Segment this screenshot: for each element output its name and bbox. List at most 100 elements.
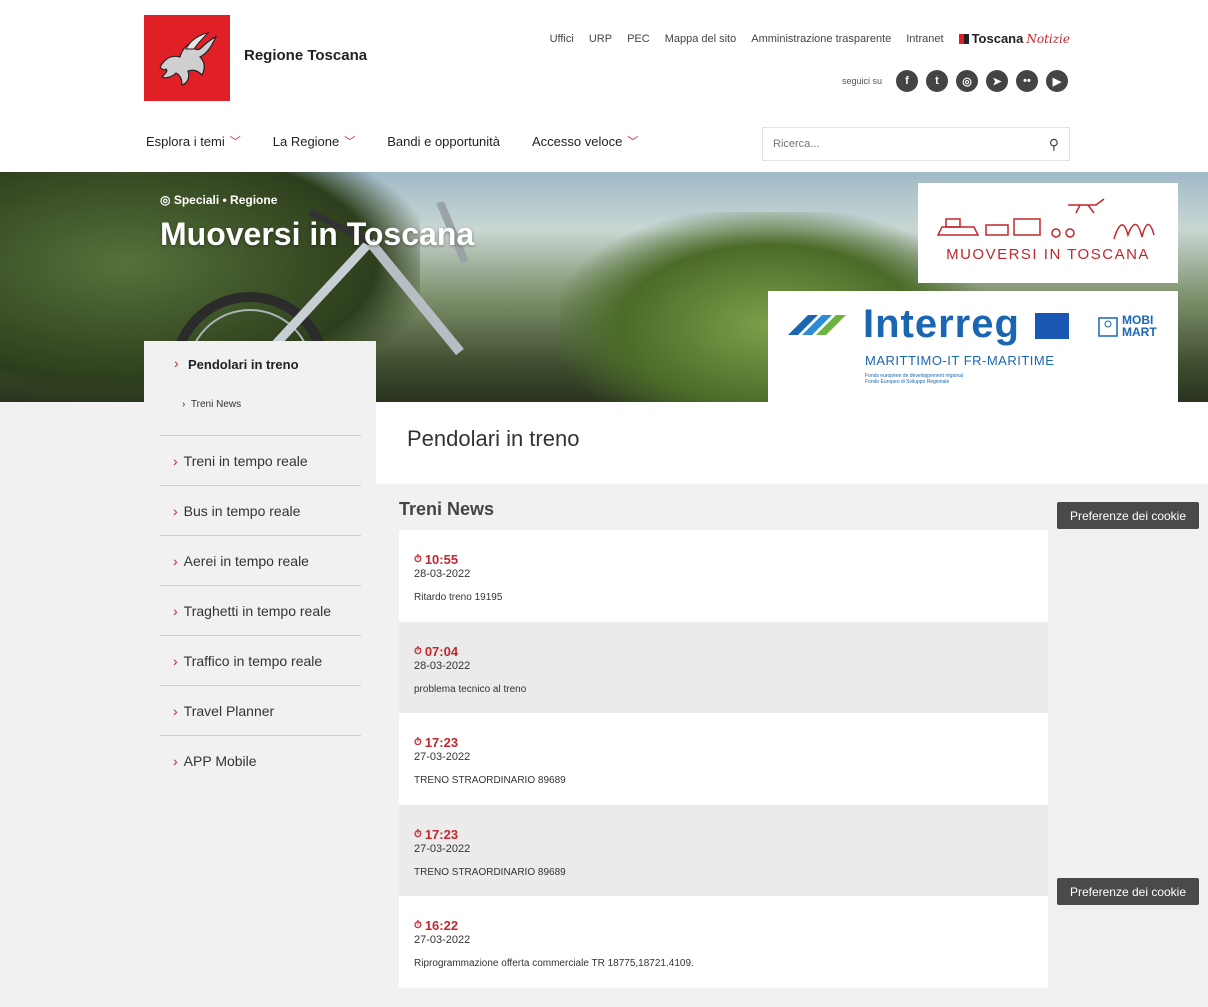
eu-flag-icon bbox=[1035, 313, 1069, 339]
sidebar-item-label: Travel Planner bbox=[183, 702, 275, 719]
site-header: Regione Toscana Uffici URP PEC Mappa del… bbox=[0, 0, 1208, 172]
stopwatch-icon: ⏱ bbox=[414, 828, 422, 840]
news-time: ⏱ 07:04 bbox=[414, 644, 1033, 659]
stopwatch-icon: ⏱ bbox=[414, 645, 422, 657]
pegasus-icon bbox=[159, 32, 218, 86]
chevron-right-icon: › bbox=[182, 399, 186, 410]
sidebar-list: › Treni in tempo reale › Bus in tempo real… bbox=[160, 435, 361, 785]
news-item[interactable]: ⏱ 16:22 27-03-2022 Riprogrammazione offer… bbox=[399, 896, 1048, 988]
target-icon: ◎ bbox=[160, 193, 171, 207]
hero-breadcrumb-text: Speciali • Regione bbox=[173, 193, 278, 207]
twitter-icon[interactable]: t bbox=[926, 70, 948, 92]
link-pec[interactable]: PEC bbox=[627, 33, 650, 45]
sidebar-item-traffico[interactable]: › Traffico in tempo reale bbox=[160, 635, 361, 685]
flickr-icon[interactable]: •• bbox=[1016, 70, 1038, 92]
news-date: 27-03-2022 bbox=[414, 934, 471, 946]
toscana-notizie-logo-icon bbox=[958, 33, 969, 44]
nav-la-regione[interactable]: La Regione ﹀ bbox=[273, 133, 356, 149]
nav-accesso-veloce[interactable]: Accesso veloce ﹀ bbox=[532, 133, 638, 149]
toscana-notizie-bold: Toscana bbox=[971, 31, 1024, 46]
news-item[interactable]: ⏱ 07:04 28-03-2022 problema tecnico al tr… bbox=[399, 621, 1048, 713]
sidebar-active-label: Pendolari in treno bbox=[188, 357, 299, 372]
regione-toscana-logo[interactable] bbox=[144, 15, 230, 101]
news-item[interactable]: ⏱ 17:23 27-03-2022 TRENO STRAORDINARIO 89… bbox=[399, 713, 1048, 805]
maritimo-text: MARITTIMO-IT FR-MARITIME bbox=[865, 353, 1055, 368]
social-label: seguici su bbox=[841, 76, 882, 86]
news-time-value: 07:04 bbox=[424, 643, 459, 659]
nav-label: Accesso veloce bbox=[532, 133, 623, 149]
sidebar-item-treni[interactable]: › Treni in tempo reale bbox=[160, 435, 361, 485]
search-input[interactable] bbox=[773, 138, 1049, 150]
news-time-value: 17:23 bbox=[424, 735, 459, 750]
nav-label: Esplora i temi bbox=[146, 133, 225, 149]
chevron-right-icon: › bbox=[173, 552, 178, 569]
main-nav: Esplora i temi ﹀ La Regione ﹀ Bandi e oppo… bbox=[146, 133, 638, 149]
top-links: Uffici URP PEC Mappa del sito Amministra… bbox=[550, 31, 1070, 46]
sidebar-sub-label: Treni News bbox=[190, 399, 242, 410]
fonds-text: Fonds européen de développement régional… bbox=[865, 373, 963, 385]
sidebar-item-label: Traffico in tempo reale bbox=[183, 652, 323, 669]
social-links: seguici su f t ◎ ➤ •• ▶ bbox=[842, 70, 1068, 92]
chevron-right-icon: › bbox=[174, 355, 179, 371]
chevron-right-icon: › bbox=[173, 452, 178, 469]
nav-label: Bandi e opportunità bbox=[387, 133, 501, 149]
chevron-right-icon: › bbox=[173, 602, 178, 619]
news-text: Riprogrammazione offerta commerciale TR … bbox=[414, 958, 694, 969]
youtube-icon[interactable]: ▶ bbox=[1046, 70, 1068, 92]
mobimart-icon bbox=[1098, 317, 1118, 337]
chevron-down-icon: ﹀ bbox=[627, 136, 639, 148]
mobimart-text: MOBI MART bbox=[1122, 314, 1157, 338]
facebook-icon[interactable]: f bbox=[896, 70, 918, 92]
nav-esplora-i-temi[interactable]: Esplora i temi ﹀ bbox=[146, 133, 241, 149]
muoversi-banner-text: MUOVERSI IN TOSCANA bbox=[946, 246, 1150, 263]
news-date: 28-03-2022 bbox=[414, 659, 471, 672]
nav-bandi-e-opportunita[interactable]: Bandi e opportunità bbox=[387, 133, 500, 149]
sidebar-item-app-mobile[interactable]: › APP Mobile bbox=[160, 735, 361, 785]
link-urp[interactable]: URP bbox=[589, 33, 612, 45]
interreg-banner[interactable]: Interreg MOBI MART MARITTIMO-IT FR-MARITI… bbox=[768, 291, 1178, 402]
hero-breadcrumb[interactable]: ◎ Speciali • Regione bbox=[160, 193, 277, 207]
news-time-value: 10:55 bbox=[424, 552, 459, 567]
muoversi-in-toscana-banner[interactable]: MUOVERSI IN TOSCANA bbox=[918, 183, 1178, 283]
sidebar-subitem-treni-news[interactable]: › Treni News bbox=[182, 399, 241, 410]
page-title-area: Pendolari in treno bbox=[376, 402, 1208, 484]
sidebar-item-bus[interactable]: › Bus in tempo reale bbox=[160, 485, 361, 535]
stopwatch-icon: ⏱ bbox=[414, 554, 422, 565]
sidebar-item-label: Aerei in tempo reale bbox=[183, 552, 309, 569]
sidebar-item-label: Traghetti in tempo reale bbox=[183, 602, 332, 619]
search-icon[interactable]: ⚲ bbox=[1049, 136, 1059, 153]
chevron-right-icon: › bbox=[173, 652, 178, 669]
telegram-icon[interactable]: ➤ bbox=[986, 70, 1008, 92]
news-item[interactable]: ⏱ 17:23 27-03-2022 TRENO STRAORDINARIO 89… bbox=[399, 804, 1048, 896]
fonds-line2: Fondo Europeo di Sviluppo Regionale bbox=[865, 379, 950, 385]
brand-name[interactable]: Regione Toscana bbox=[244, 47, 367, 64]
news-time-value: 16:22 bbox=[424, 918, 459, 933]
section-title: Treni News bbox=[399, 499, 495, 519]
link-amministrazione-trasparente[interactable]: Amministrazione trasparente bbox=[751, 33, 891, 45]
stopwatch-icon: ⏱ bbox=[414, 737, 422, 748]
sidebar-item-traghetti[interactable]: › Traghetti in tempo reale bbox=[160, 585, 361, 635]
stopwatch-icon: ⏱ bbox=[414, 920, 422, 931]
sidebar-item-aerei[interactable]: › Aerei in tempo reale bbox=[160, 535, 361, 585]
sidebar-item-travel-planner[interactable]: › Travel Planner bbox=[160, 685, 361, 735]
news-item[interactable]: ⏱ 10:55 28-03-2022 Ritardo treno 19195 bbox=[399, 530, 1048, 622]
chevron-right-icon: › bbox=[173, 752, 178, 769]
link-uffici[interactable]: Uffici bbox=[550, 33, 574, 45]
chevron-down-icon: ﹀ bbox=[229, 136, 241, 148]
news-time-value: 17:23 bbox=[424, 826, 459, 842]
link-intranet[interactable]: Intranet bbox=[906, 33, 943, 45]
cookie-preferences-button[interactable]: Preferenze dei cookie bbox=[1057, 502, 1199, 529]
mobimart-line2: MART bbox=[1122, 325, 1157, 339]
news-text: problema tecnico al treno bbox=[414, 683, 527, 695]
interreg-text: Interreg bbox=[863, 302, 1020, 346]
sidebar-item-label: Treni in tempo reale bbox=[183, 452, 308, 469]
instagram-icon[interactable]: ◎ bbox=[956, 70, 978, 92]
sidebar: › Pendolari in treno › Treni News › Treni… bbox=[144, 341, 376, 1007]
cookie-preferences-button[interactable]: Preferenze dei cookie bbox=[1057, 878, 1199, 905]
link-mappa-del-sito[interactable]: Mappa del sito bbox=[665, 33, 737, 45]
news-list: ⏱ 10:55 28-03-2022 Ritardo treno 19195 ⏱ 0… bbox=[399, 530, 1048, 988]
page-title: Pendolari in treno bbox=[407, 426, 580, 451]
sidebar-item-pendolari-in-treno[interactable]: › Pendolari in treno bbox=[144, 341, 376, 391]
news-text: TRENO STRAORDINARIO 89689 bbox=[414, 775, 566, 786]
toscana-notizie-link[interactable]: Toscana Notizie bbox=[958, 31, 1070, 46]
